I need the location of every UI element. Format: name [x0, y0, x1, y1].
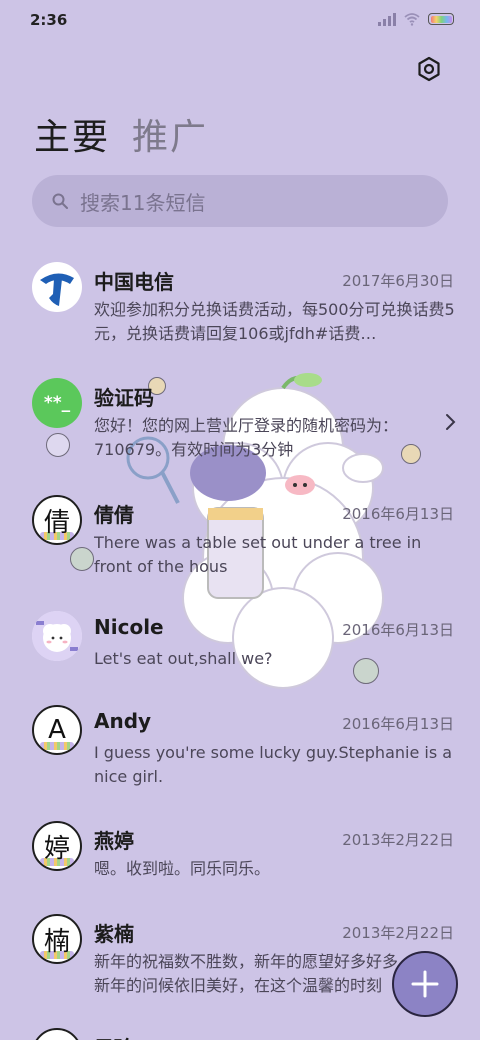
status-time: 2:36	[30, 11, 68, 29]
avatar: 倩	[32, 495, 82, 545]
new-message-button[interactable]	[392, 951, 458, 1017]
chevron-right-icon[interactable]	[444, 412, 458, 432]
conversation-date: 2016年6月13日	[342, 621, 454, 639]
battery-icon	[428, 13, 454, 25]
conversation-snippet: 嗯。收到啦。同乐同乐。	[94, 859, 271, 878]
conversation-snippet: Let's eat out,shall we?	[94, 649, 273, 668]
gear-icon[interactable]	[416, 56, 442, 82]
avatar: 楠	[32, 914, 82, 964]
conversation-name: Nicole	[94, 615, 164, 639]
cartoon-sheep-avatar-icon	[32, 611, 82, 661]
conversation-name: Andy	[94, 709, 152, 733]
tab-bar: 主要 推广	[34, 108, 208, 160]
conversation-name: 验证码	[94, 386, 154, 410]
conversation-date: 2017年6月30日	[342, 272, 454, 290]
conversation-item[interactable]: A Andy 2016年6月13日 I guess you're some lu…	[0, 705, 480, 815]
conversation-name: 中国电信	[94, 270, 174, 294]
china-telecom-logo-icon	[32, 262, 82, 312]
conversation-item[interactable]: 倩 倩倩 2016年6月13日 There was a table set ou…	[0, 495, 480, 605]
conversation-snippet: 您好！您的网上营业厅登录的随机密码为：710679。有效时间为3分钟	[94, 416, 399, 459]
conversation-name: 紫楠	[94, 922, 134, 946]
tab-primary[interactable]: 主要	[34, 108, 110, 160]
avatar: A	[32, 705, 82, 755]
conversation-item[interactable]: 中国电信 2017年6月30日 欢迎参加积分兑换话费活动，每500分可兑换话费5…	[0, 262, 480, 372]
conversation-snippet: 欢迎参加积分兑换话费活动，每500分可兑换话费5元，兑换话费请回复106或jfd…	[94, 300, 455, 343]
conversation-snippet: 新年的祝福数不胜数，新年的愿望好多好多，新年的问候依旧美好，在这个温馨的时刻	[94, 952, 414, 995]
avatar	[32, 1028, 82, 1040]
plus-icon	[411, 970, 439, 998]
signal-icon	[378, 12, 396, 26]
conversation-snippet: There was a table set out under a tree i…	[94, 533, 422, 576]
status-icons	[378, 12, 454, 26]
conversation-date: 2016年6月13日	[342, 715, 454, 733]
conversation-date: 2016年6月13日	[342, 505, 454, 523]
tab-promotions[interactable]: 推广	[132, 108, 208, 160]
search-input[interactable]: 搜索11条短信	[32, 175, 448, 227]
conversation-name: 子玲	[94, 1032, 134, 1040]
conversation-item[interactable]: **_ 验证码 您好！您的网上营业厅登录的随机密码为：710679。有效时间为3…	[0, 378, 480, 488]
status-bar: 2:36	[0, 0, 480, 40]
search-placeholder: 搜索11条短信	[80, 190, 206, 215]
conversation-name: 燕婷	[94, 829, 134, 853]
avatar: 婷	[32, 821, 82, 871]
conversation-item[interactable]: 子玲	[0, 1028, 480, 1040]
search-icon	[52, 193, 68, 209]
conversation-date: 2013年2月22日	[342, 831, 454, 849]
wifi-icon	[404, 13, 420, 26]
conversation-date: 2013年2月22日	[342, 924, 454, 942]
verification-code-icon: **_	[32, 378, 82, 428]
conversation-snippet: I guess you're some lucky guy.Stephanie …	[94, 743, 453, 786]
conversation-name: 倩倩	[94, 503, 134, 527]
